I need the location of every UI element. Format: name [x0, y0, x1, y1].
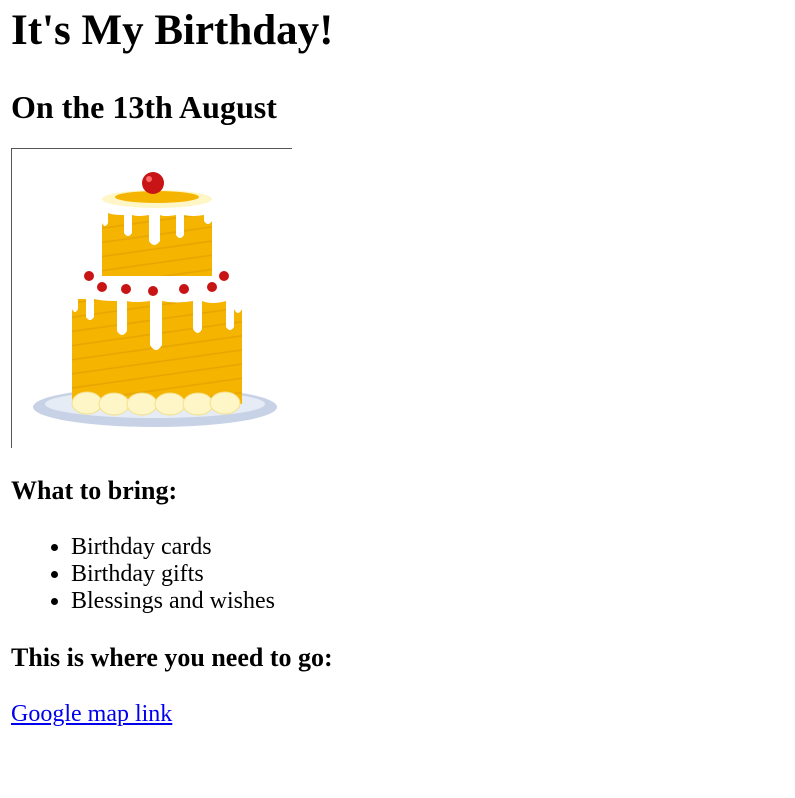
birthday-cake-image	[11, 148, 292, 448]
page-content: It's My Birthday! On the 13th August Wha…	[0, 0, 795, 728]
map-link-container: Google map link	[11, 673, 784, 728]
list-item: Blessings and wishes	[71, 588, 784, 615]
list-item: Birthday gifts	[71, 561, 784, 588]
location-section-title: This is where you need to go:	[11, 643, 333, 672]
bring-section-title: What to bring:	[11, 476, 178, 505]
bring-list: Birthday cards Birthday gifts Blessings …	[11, 506, 784, 615]
list-item: Birthday cards	[71, 534, 784, 561]
date-subtitle: On the 13th August	[11, 89, 277, 125]
birthday-cake-icon	[33, 172, 277, 427]
page-title: It's My Birthday!	[11, 7, 334, 54]
google-map-link[interactable]: Google map link	[11, 701, 172, 727]
